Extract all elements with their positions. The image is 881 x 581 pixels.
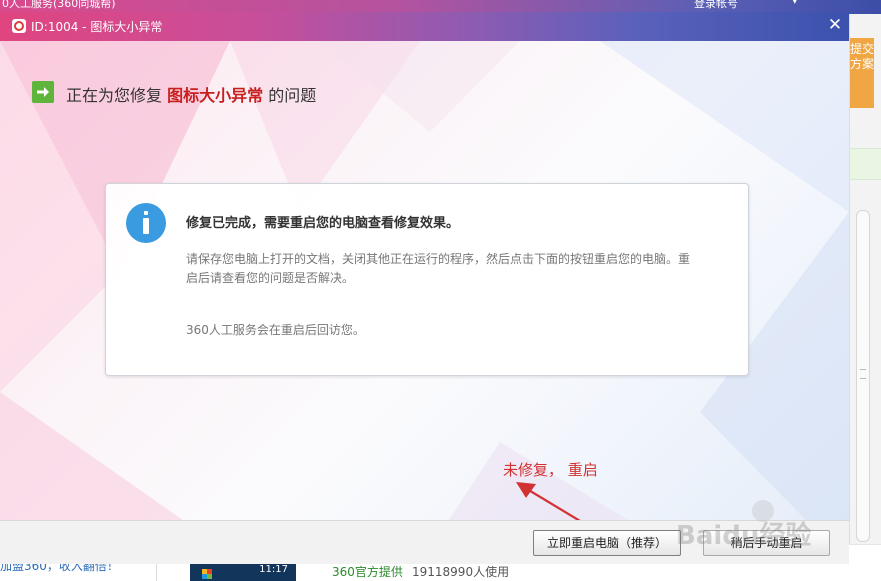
dialog-titlebar[interactable]: ID:1004 - 图标大小异常 ✕ xyxy=(0,12,849,41)
user-count-label: 19118990人使用 xyxy=(412,565,510,579)
heading-prefix: 正在为您修复 xyxy=(66,86,163,105)
card-title: 修复已完成，需要重启您的电脑查看修复效果。 xyxy=(186,216,460,231)
thumbnail-clock: 11:17 xyxy=(259,564,288,575)
repair-dialog: ID:1004 - 图标大小异常 ✕ 正在为您修复 图标大小异常 的问题 修复已… xyxy=(0,12,849,564)
account-link[interactable]: 登录帐号 xyxy=(694,0,738,11)
dialog-title: ID:1004 - 图标大小异常 xyxy=(31,20,163,34)
windows-logo-icon xyxy=(202,569,212,579)
restart-now-button[interactable]: 立即重启电脑（推荐） xyxy=(533,530,681,556)
close-icon[interactable]: ✕ xyxy=(826,14,844,36)
heading-suffix: 的问题 xyxy=(268,86,317,105)
app-icon xyxy=(12,19,26,33)
arrow-right-icon xyxy=(32,81,54,103)
menu-icon[interactable]: ▾ xyxy=(792,0,798,7)
repair-heading: 正在为您修复 图标大小异常 的问题 xyxy=(66,82,316,106)
card-note: 360人工服务会在重启后回访您。 xyxy=(186,323,365,337)
watermark: Baidu经验 xyxy=(676,521,812,551)
info-icon xyxy=(126,203,166,243)
green-row xyxy=(850,148,881,180)
background-title: 0人工服务(360同城帮) xyxy=(2,0,116,10)
submit-solution-tab[interactable]: 提交方案 xyxy=(850,38,874,108)
scrollbar[interactable] xyxy=(856,210,870,542)
card-body: 请保存您电脑上打开的文档，关闭其他正在运行的程序，然后点击下面的按钮重启您的电脑… xyxy=(186,252,691,285)
screenshot-thumbnail[interactable]: 11:17 xyxy=(190,563,296,581)
scrollbar-grip[interactable] xyxy=(860,369,866,379)
official-provider-label: 360官方提供 xyxy=(332,565,403,579)
heading-problem-name: 图标大小异常 xyxy=(167,86,264,105)
message-card: 修复已完成，需要重启您的电脑查看修复效果。 请保存您电脑上打开的文档，关闭其他正… xyxy=(105,183,749,376)
